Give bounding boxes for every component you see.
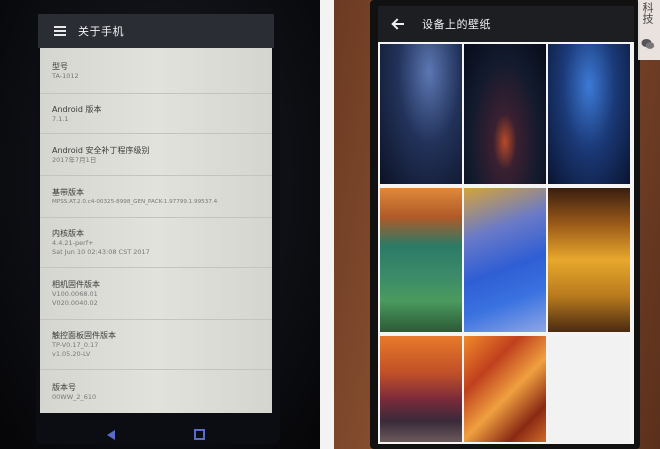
nav-bar [38, 420, 274, 449]
item-value: TP-V0.17_0.17 [52, 341, 99, 349]
back-icon[interactable] [107, 429, 116, 440]
list-item-kernel[interactable]: 内核版本 4.4.21-perf+ Sat Jun 10 02:43:08 CS… [40, 218, 272, 268]
list-item-touch-firmware[interactable]: 触控面板固件版本 TP-V0.17_0.17 v1.05.20-LV [40, 320, 272, 370]
item-value: TA-1012 [52, 71, 79, 80]
item-title: Android 安全补丁程序级别 [52, 145, 150, 155]
wallpaper-tile[interactable] [464, 188, 546, 332]
item-value: 00WW_2_610 [52, 392, 97, 401]
item-value: 2017年7月1日 [52, 155, 97, 164]
wallpaper-tile-empty [548, 336, 630, 442]
item-title: 基带版本 [52, 187, 84, 197]
item-title: 内核版本 [52, 229, 84, 238]
watermark-text: 科技 [641, 2, 654, 24]
item-title: 触控面板固件版本 [52, 331, 116, 340]
settings-list: 型号 TA-1012 Android 版本 7.1.1 Android 安全补丁… [40, 48, 272, 413]
item-value: 4.4.21-perf+ [52, 239, 94, 247]
page-title: 关于手机 [78, 25, 124, 38]
list-item-security-patch[interactable]: Android 安全补丁程序级别 2017年7月1日 [40, 134, 272, 176]
wechat-icon [641, 39, 655, 49]
item-value: Sat Jun 10 02:43:08 CST 2017 [52, 248, 150, 256]
about-phone-appbar: 关于手机 [38, 14, 274, 48]
menu-icon[interactable] [54, 26, 66, 36]
list-item-camera-firmware[interactable]: 相机固件版本 V100.0068.01 V020.0040.02 [40, 268, 272, 320]
item-title: 型号 [52, 61, 68, 71]
wallpaper-tile[interactable] [464, 336, 546, 442]
wallpaper-title: 设备上的壁纸 [422, 18, 491, 31]
item-value: V020.0040.02 [52, 299, 98, 307]
wallpaper-tile[interactable] [548, 44, 630, 184]
item-value: V100.0068.01 [52, 290, 98, 298]
item-title: 相机固件版本 [52, 280, 100, 289]
wallpaper-tile[interactable] [380, 188, 462, 332]
list-item-build-number[interactable]: 版本号 00WW_2_610 [40, 370, 272, 413]
item-title: 版本号 [52, 382, 76, 392]
wallpaper-tile[interactable] [464, 44, 546, 184]
item-value: MPSS.AT.2.0.c4-00325-8998_GEN_PACK-1.977… [52, 198, 218, 205]
wallpaper-tile[interactable] [380, 44, 462, 184]
back-arrow-icon[interactable] [391, 18, 404, 30]
item-title: Android 版本 [52, 104, 102, 114]
recents-icon[interactable] [193, 429, 205, 440]
list-item-model[interactable]: 型号 TA-1012 [40, 48, 272, 94]
item-value: 7.1.1 [52, 114, 69, 123]
wallpaper-header: 设备上的壁纸 [378, 6, 634, 42]
item-value: v1.05.20-LV [52, 350, 91, 358]
list-item-android-version[interactable]: Android 版本 7.1.1 [40, 94, 272, 134]
list-item-baseband[interactable]: 基带版本 MPSS.AT.2.0.c4-00325-8998_GEN_PACK-… [40, 176, 272, 218]
photo-divider [320, 0, 334, 449]
wallpaper-tile[interactable] [380, 336, 462, 442]
wallpaper-tile[interactable] [548, 188, 630, 332]
